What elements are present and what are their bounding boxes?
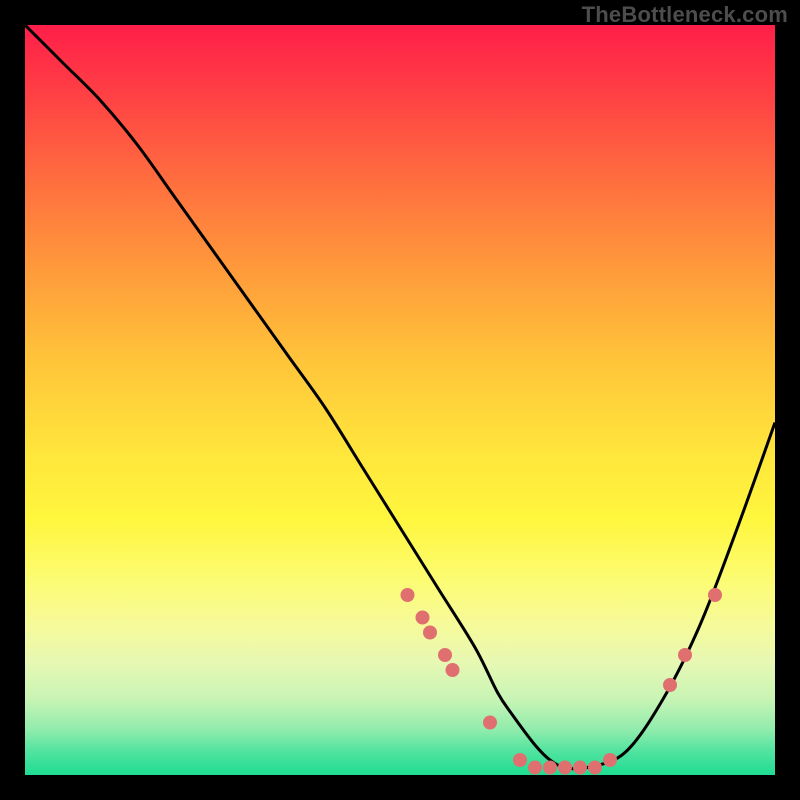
dot-right-2 — [678, 648, 692, 662]
chart-container: TheBottleneck.com — [0, 0, 800, 800]
dot-bottom-2 — [528, 761, 542, 775]
dot-bottom-4 — [558, 761, 572, 775]
dot-right-1 — [663, 678, 677, 692]
bottleneck-curve — [25, 25, 775, 769]
dot-left-4 — [438, 648, 452, 662]
dot-bottom-1 — [513, 753, 527, 767]
dot-right-3 — [708, 588, 722, 602]
dot-left-2 — [416, 611, 430, 625]
plot-area — [25, 25, 775, 775]
dot-left-1 — [401, 588, 415, 602]
dot-bottom-7 — [603, 753, 617, 767]
dot-bottom-6 — [588, 761, 602, 775]
dot-bottom-5 — [573, 761, 587, 775]
curve-svg — [25, 25, 775, 775]
curve-markers — [401, 588, 723, 775]
dot-left-3 — [423, 626, 437, 640]
dot-bottom-3 — [543, 761, 557, 775]
dot-left-5 — [446, 663, 460, 677]
watermark-label: TheBottleneck.com — [582, 2, 788, 28]
dot-left-6 — [483, 716, 497, 730]
